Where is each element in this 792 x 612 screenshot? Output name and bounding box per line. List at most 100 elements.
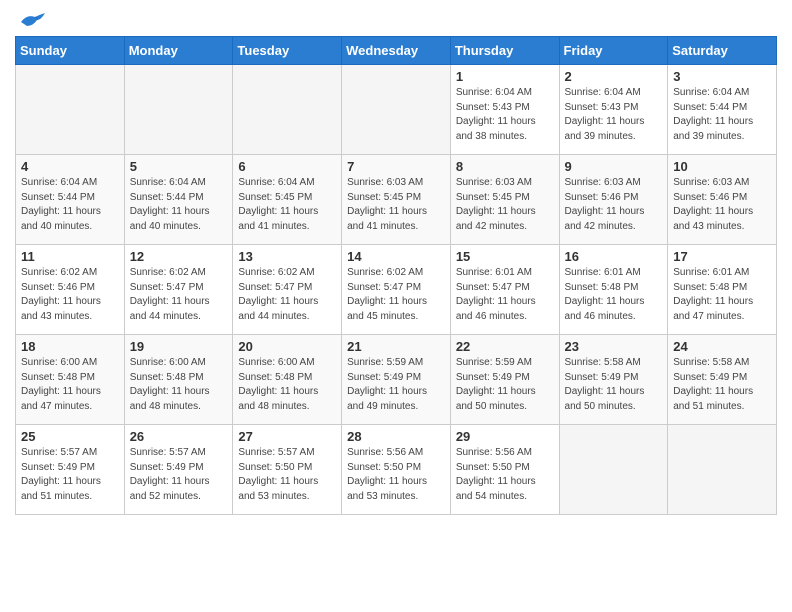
day-info: Sunrise: 6:03 AM Sunset: 5:45 PM Dayligh… (347, 176, 445, 234)
day-cell (16, 65, 125, 155)
day-cell: 17 Sunrise: 6:01 AM Sunset: 5:48 PM Dayli… (668, 245, 777, 335)
day-info: Sunrise: 5:56 AM Sunset: 5:50 PM Dayligh… (456, 446, 554, 504)
day-cell: 9Sunrise: 6:03 AM Sunset: 5:46 PM Daylig… (559, 155, 668, 245)
day-number: 24 (673, 339, 771, 354)
calendar-header: SundayMondayTuesdayWednesdayThursdayFrid… (16, 37, 777, 65)
header-cell-monday: Monday (124, 37, 233, 65)
day-cell: 23Sunrise: 5:58 AM Sunset: 5:49 PM Dayli… (559, 335, 668, 425)
day-info: Sunrise: 5:57 AM Sunset: 5:49 PM Dayligh… (130, 446, 228, 504)
day-cell (342, 65, 451, 155)
day-info: Sunrise: 5:59 AM Sunset: 5:49 PM Dayligh… (456, 356, 554, 414)
day-number: 16 (565, 249, 663, 264)
day-cell: 25 Sunrise: 5:57 AM Sunset: 5:49 PM Dayli… (16, 425, 125, 515)
day-cell: 27 Sunrise: 5:57 AM Sunset: 5:50 PM Dayli… (233, 425, 342, 515)
week-row-2: 4 Sunrise: 6:04 AM Sunset: 5:44 PM Daylig… (16, 155, 777, 245)
day-cell (668, 425, 777, 515)
week-row-1: 1 Sunrise: 6:04 AM Sunset: 5:43 PM Daylig… (16, 65, 777, 155)
header-cell-sunday: Sunday (16, 37, 125, 65)
day-number: 20 (238, 339, 336, 354)
header-cell-tuesday: Tuesday (233, 37, 342, 65)
calendar-body: 1 Sunrise: 6:04 AM Sunset: 5:43 PM Daylig… (16, 65, 777, 515)
day-number: 14 (347, 249, 445, 264)
day-info: Sunrise: 5:58 AM Sunset: 5:49 PM Dayligh… (565, 356, 663, 414)
day-number: 26 (130, 429, 228, 444)
day-info: Sunrise: 6:02 AM Sunset: 5:47 PM Dayligh… (347, 266, 445, 324)
day-info: Sunrise: 6:03 AM Sunset: 5:45 PM Dayligh… (456, 176, 554, 234)
day-info: Sunrise: 6:00 AM Sunset: 5:48 PM Dayligh… (21, 356, 119, 414)
day-cell (233, 65, 342, 155)
day-cell: 4 Sunrise: 6:04 AM Sunset: 5:44 PM Daylig… (16, 155, 125, 245)
day-cell: 21Sunrise: 5:59 AM Sunset: 5:49 PM Dayli… (342, 335, 451, 425)
day-number: 10 (673, 159, 771, 174)
week-row-4: 18 Sunrise: 6:00 AM Sunset: 5:48 PM Dayli… (16, 335, 777, 425)
day-number: 7 (347, 159, 445, 174)
header-cell-wednesday: Wednesday (342, 37, 451, 65)
header-cell-friday: Friday (559, 37, 668, 65)
day-info: Sunrise: 6:04 AM Sunset: 5:44 PM Dayligh… (21, 176, 119, 234)
day-cell: 2 Sunrise: 6:04 AM Sunset: 5:43 PM Daylig… (559, 65, 668, 155)
day-cell: 14 Sunrise: 6:02 AM Sunset: 5:47 PM Dayli… (342, 245, 451, 335)
day-info: Sunrise: 6:02 AM Sunset: 5:47 PM Dayligh… (130, 266, 228, 324)
logo (15, 16, 45, 28)
day-cell: 5 Sunrise: 6:04 AM Sunset: 5:44 PM Daylig… (124, 155, 233, 245)
day-number: 13 (238, 249, 336, 264)
day-number: 19 (130, 339, 228, 354)
day-number: 25 (21, 429, 119, 444)
day-number: 3 (673, 69, 771, 84)
day-cell: 6Sunrise: 6:04 AM Sunset: 5:45 PM Daylig… (233, 155, 342, 245)
day-cell: 18 Sunrise: 6:00 AM Sunset: 5:48 PM Dayli… (16, 335, 125, 425)
day-cell: 24Sunrise: 5:58 AM Sunset: 5:49 PM Dayli… (668, 335, 777, 425)
day-number: 8 (456, 159, 554, 174)
day-number: 17 (673, 249, 771, 264)
day-cell: 12 Sunrise: 6:02 AM Sunset: 5:47 PM Dayli… (124, 245, 233, 335)
day-info: Sunrise: 6:04 AM Sunset: 5:45 PM Dayligh… (238, 176, 336, 234)
week-row-5: 25 Sunrise: 5:57 AM Sunset: 5:49 PM Dayli… (16, 425, 777, 515)
day-info: Sunrise: 6:04 AM Sunset: 5:43 PM Dayligh… (565, 86, 663, 144)
day-cell: 28 Sunrise: 5:56 AM Sunset: 5:50 PM Dayli… (342, 425, 451, 515)
day-info: Sunrise: 6:02 AM Sunset: 5:46 PM Dayligh… (21, 266, 119, 324)
day-info: Sunrise: 6:01 AM Sunset: 5:48 PM Dayligh… (673, 266, 771, 324)
day-number: 15 (456, 249, 554, 264)
day-number: 22 (456, 339, 554, 354)
day-number: 12 (130, 249, 228, 264)
page-header (15, 10, 777, 28)
calendar-table: SundayMondayTuesdayWednesdayThursdayFrid… (15, 36, 777, 515)
day-info: Sunrise: 6:03 AM Sunset: 5:46 PM Dayligh… (673, 176, 771, 234)
header-cell-thursday: Thursday (450, 37, 559, 65)
day-cell (559, 425, 668, 515)
day-cell: 8 Sunrise: 6:03 AM Sunset: 5:45 PM Daylig… (450, 155, 559, 245)
day-cell: 19 Sunrise: 6:00 AM Sunset: 5:48 PM Dayli… (124, 335, 233, 425)
day-info: Sunrise: 6:02 AM Sunset: 5:47 PM Dayligh… (238, 266, 336, 324)
day-info: Sunrise: 6:01 AM Sunset: 5:48 PM Dayligh… (565, 266, 663, 324)
day-number: 11 (21, 249, 119, 264)
day-info: Sunrise: 6:00 AM Sunset: 5:48 PM Dayligh… (130, 356, 228, 414)
day-number: 27 (238, 429, 336, 444)
day-cell: 10 Sunrise: 6:03 AM Sunset: 5:46 PM Dayli… (668, 155, 777, 245)
day-cell: 20Sunrise: 6:00 AM Sunset: 5:48 PM Dayli… (233, 335, 342, 425)
day-number: 29 (456, 429, 554, 444)
day-cell: 15Sunrise: 6:01 AM Sunset: 5:47 PM Dayli… (450, 245, 559, 335)
day-number: 21 (347, 339, 445, 354)
day-cell (124, 65, 233, 155)
day-number: 5 (130, 159, 228, 174)
header-row: SundayMondayTuesdayWednesdayThursdayFrid… (16, 37, 777, 65)
day-info: Sunrise: 6:04 AM Sunset: 5:44 PM Dayligh… (130, 176, 228, 234)
day-number: 28 (347, 429, 445, 444)
day-cell: 16 Sunrise: 6:01 AM Sunset: 5:48 PM Dayli… (559, 245, 668, 335)
day-number: 1 (456, 69, 554, 84)
day-number: 18 (21, 339, 119, 354)
week-row-3: 11 Sunrise: 6:02 AM Sunset: 5:46 PM Dayli… (16, 245, 777, 335)
day-info: Sunrise: 6:04 AM Sunset: 5:44 PM Dayligh… (673, 86, 771, 144)
day-info: Sunrise: 5:57 AM Sunset: 5:49 PM Dayligh… (21, 446, 119, 504)
day-cell: 3 Sunrise: 6:04 AM Sunset: 5:44 PM Daylig… (668, 65, 777, 155)
day-number: 4 (21, 159, 119, 174)
logo-bird-icon (19, 12, 45, 32)
day-cell: 22 Sunrise: 5:59 AM Sunset: 5:49 PM Dayli… (450, 335, 559, 425)
day-info: Sunrise: 6:04 AM Sunset: 5:43 PM Dayligh… (456, 86, 554, 144)
day-info: Sunrise: 5:56 AM Sunset: 5:50 PM Dayligh… (347, 446, 445, 504)
day-cell: 1 Sunrise: 6:04 AM Sunset: 5:43 PM Daylig… (450, 65, 559, 155)
day-cell: 29 Sunrise: 5:56 AM Sunset: 5:50 PM Dayli… (450, 425, 559, 515)
day-info: Sunrise: 5:57 AM Sunset: 5:50 PM Dayligh… (238, 446, 336, 504)
day-cell: 26 Sunrise: 5:57 AM Sunset: 5:49 PM Dayli… (124, 425, 233, 515)
day-number: 2 (565, 69, 663, 84)
